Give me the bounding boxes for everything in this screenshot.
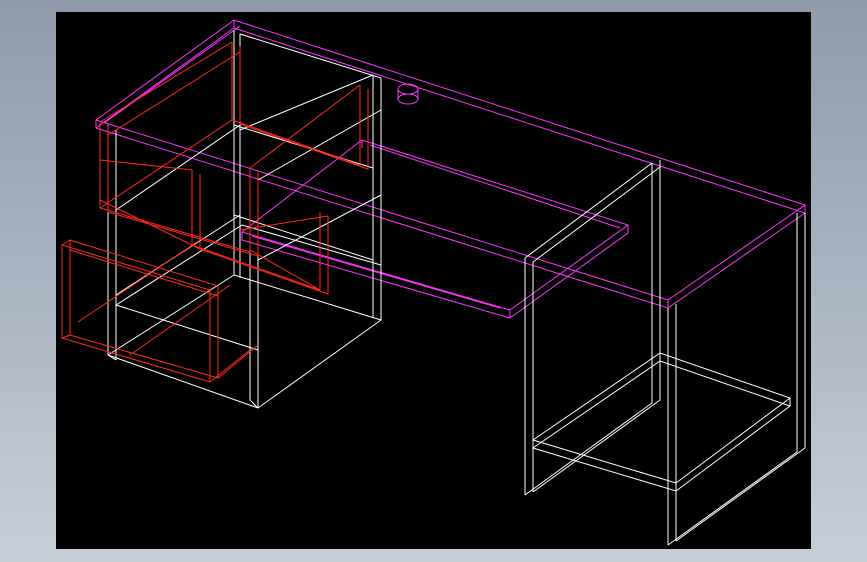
window-frame <box>0 0 867 562</box>
wireframe-drawing <box>61 19 807 546</box>
open-side-frame <box>524 160 806 546</box>
drawer-pedestal <box>107 30 383 409</box>
desk-top-panel <box>95 19 807 309</box>
cad-viewport[interactable] <box>56 12 811 549</box>
keyboard-tray <box>241 139 630 319</box>
